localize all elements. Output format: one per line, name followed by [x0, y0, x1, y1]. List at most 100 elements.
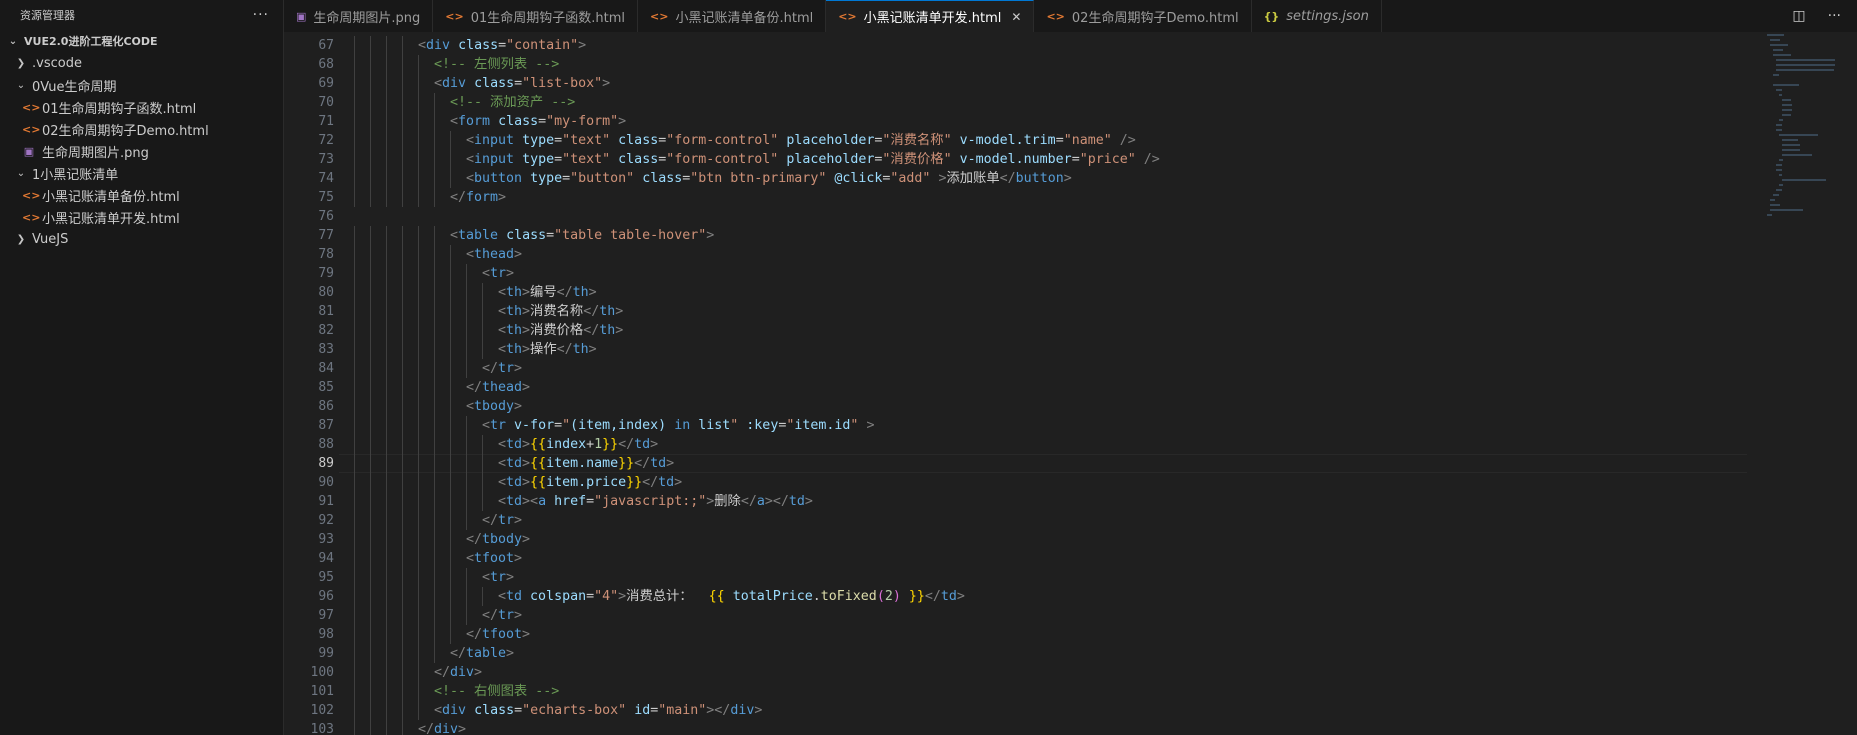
- editor-tab[interactable]: <> 小黑记账清单开发.html ✕: [826, 0, 1035, 32]
- editor-tab[interactable]: ▣ 生命周期图片.png: [284, 0, 434, 32]
- code-line[interactable]: <!-- 右侧图表 -->: [354, 682, 1747, 701]
- code-line[interactable]: <button type="button" class="btn btn-pri…: [354, 169, 1747, 188]
- code-line[interactable]: <tbody>: [354, 397, 1747, 416]
- code-line[interactable]: <tr>: [354, 568, 1747, 587]
- html-file-icon: <>: [1046, 9, 1065, 23]
- code-token: tr: [498, 513, 515, 528]
- line-number: 81: [318, 304, 334, 319]
- code-token: =: [514, 703, 523, 718]
- code-line[interactable]: <div class="contain">: [354, 36, 1747, 55]
- tree-folder[interactable]: ⌄ 1小黑记账清单: [0, 162, 283, 184]
- code-line[interactable]: </tr>: [354, 511, 1747, 530]
- code-token: "btn btn-primary": [690, 171, 827, 186]
- code-line[interactable]: <div class="list-box">: [354, 74, 1747, 93]
- code-token: input: [474, 133, 515, 148]
- editor-tab[interactable]: <> 01生命周期钩子函数.html: [433, 0, 639, 32]
- html-file-icon: <>: [650, 9, 669, 23]
- code-token: "main": [658, 703, 707, 718]
- tree-file[interactable]: <> 小黑记账清单备份.html: [0, 184, 283, 206]
- code-line[interactable]: </div>: [354, 720, 1747, 735]
- json-file-icon: {}: [1263, 9, 1280, 23]
- code-line[interactable]: [354, 207, 1747, 226]
- tree-file[interactable]: <> 01生命周期钩子函数.html: [0, 96, 283, 118]
- code-line[interactable]: <div class="echarts-box" id="main"></div…: [354, 701, 1747, 720]
- close-tab-icon[interactable]: ✕: [1011, 10, 1021, 24]
- code-line[interactable]: <input type="text" class="form-control" …: [354, 150, 1747, 169]
- code-token: tr: [490, 418, 507, 433]
- line-number: 98: [318, 627, 334, 642]
- code-line[interactable]: <input type="text" class="form-control" …: [354, 131, 1747, 150]
- code-line[interactable]: <td><a href="javascript:;">删除</a></td>: [354, 492, 1747, 511]
- minimap-line: [1773, 74, 1779, 76]
- code-token: "消费名称": [882, 133, 952, 148]
- code-line[interactable]: <table class="table table-hover">: [354, 226, 1747, 245]
- code-line[interactable]: </div>: [354, 663, 1747, 682]
- code-token: </: [634, 456, 651, 471]
- code-line[interactable]: <tr v-for="(item,index) in list" :key="i…: [354, 416, 1747, 435]
- code-line[interactable]: <!-- 添加资产 -->: [354, 93, 1747, 112]
- code-line[interactable]: <tr>: [354, 264, 1747, 283]
- code-token: input: [474, 152, 515, 167]
- code-line[interactable]: <th>操作</th>: [354, 340, 1747, 359]
- html-file-icon: <>: [22, 188, 41, 202]
- editor-tab[interactable]: <> 02生命周期钩子Demo.html: [1034, 0, 1252, 32]
- code-line[interactable]: <td>{{item.price}}</td>: [354, 473, 1747, 492]
- code-token: item.id: [794, 418, 851, 433]
- code-line[interactable]: <td>{{item.name}}</td>: [339, 454, 1747, 473]
- editor-tab[interactable]: <> 小黑记账清单备份.html: [638, 0, 827, 32]
- tree-file[interactable]: ▣ 生命周期图片.png: [0, 140, 283, 162]
- tree-file[interactable]: <> 小黑记账清单开发.html: [0, 206, 283, 228]
- code-token: >: [522, 475, 531, 490]
- code-line[interactable]: <form class="my-form">: [354, 112, 1747, 131]
- code-line[interactable]: <td>{{index+1}}</td>: [354, 435, 1747, 454]
- code-line[interactable]: <!-- 左侧列表 -->: [354, 55, 1747, 74]
- code-line[interactable]: </form>: [354, 188, 1747, 207]
- more-actions-icon[interactable]: ···: [253, 7, 269, 23]
- code-line[interactable]: <th>消费价格</th>: [354, 321, 1747, 340]
- code-token: >: [706, 228, 715, 243]
- code-token: 1: [594, 437, 603, 452]
- code-token: "contain": [506, 38, 579, 53]
- code-token: />: [1119, 133, 1136, 148]
- code-line[interactable]: <th>编号</th>: [354, 283, 1747, 302]
- code-line[interactable]: <tfoot>: [354, 549, 1747, 568]
- code-token: >: [578, 38, 587, 53]
- tree-file[interactable]: <> 02生命周期钩子Demo.html: [0, 118, 283, 140]
- workspace-root-folder[interactable]: ⌄ VUE2.0进阶工程化CODE: [0, 30, 283, 52]
- code-token: =: [546, 228, 555, 243]
- minimap[interactable]: [1755, 32, 1839, 242]
- code-token: 操作: [530, 342, 557, 357]
- tree-folder[interactable]: ⌄ 0Vue生命周期: [0, 74, 283, 96]
- code-line[interactable]: </table>: [354, 644, 1747, 663]
- tree-folder[interactable]: ❯ VueJS: [0, 228, 283, 250]
- code-token: />: [1143, 152, 1160, 167]
- minimap-line: [1779, 159, 1783, 161]
- code-line[interactable]: </thead>: [354, 378, 1747, 397]
- tree-folder[interactable]: ❯ .vscode: [0, 52, 283, 74]
- more-actions-icon[interactable]: ···: [1828, 8, 1841, 24]
- code-token: .: [812, 589, 821, 604]
- code-token: tbody: [482, 532, 523, 547]
- code-area[interactable]: <div class="contain"> <!-- 左侧列表 --> <div c…: [339, 36, 1747, 735]
- editor-tab[interactable]: {} settings.json: [1252, 0, 1382, 32]
- code-line[interactable]: <thead>: [354, 245, 1747, 264]
- split-editor-icon[interactable]: ◫: [1792, 8, 1805, 24]
- code-token: (item,index): [570, 418, 667, 433]
- chevron-down-icon: ⌄: [16, 79, 26, 91]
- code-token: div: [442, 703, 467, 718]
- code-line[interactable]: <th>消费名称</th>: [354, 302, 1747, 321]
- code-editor[interactable]: 67 68 69 70 71 72 73 74 75 76 77 78 79 80 81 82 83 84 85 86…: [284, 32, 1857, 735]
- minimap-line: [1770, 199, 1775, 201]
- code-line[interactable]: </tr>: [354, 606, 1747, 625]
- code-token: th: [506, 285, 523, 300]
- code-line[interactable]: <td colspan="4">消费总计： {{ totalPrice.toFi…: [354, 587, 1747, 606]
- code-line[interactable]: </tfoot>: [354, 625, 1747, 644]
- code-line[interactable]: </tr>: [354, 359, 1747, 378]
- code-line[interactable]: </tbody>: [354, 530, 1747, 549]
- code-token: th: [572, 285, 589, 300]
- code-token: >: [514, 513, 523, 528]
